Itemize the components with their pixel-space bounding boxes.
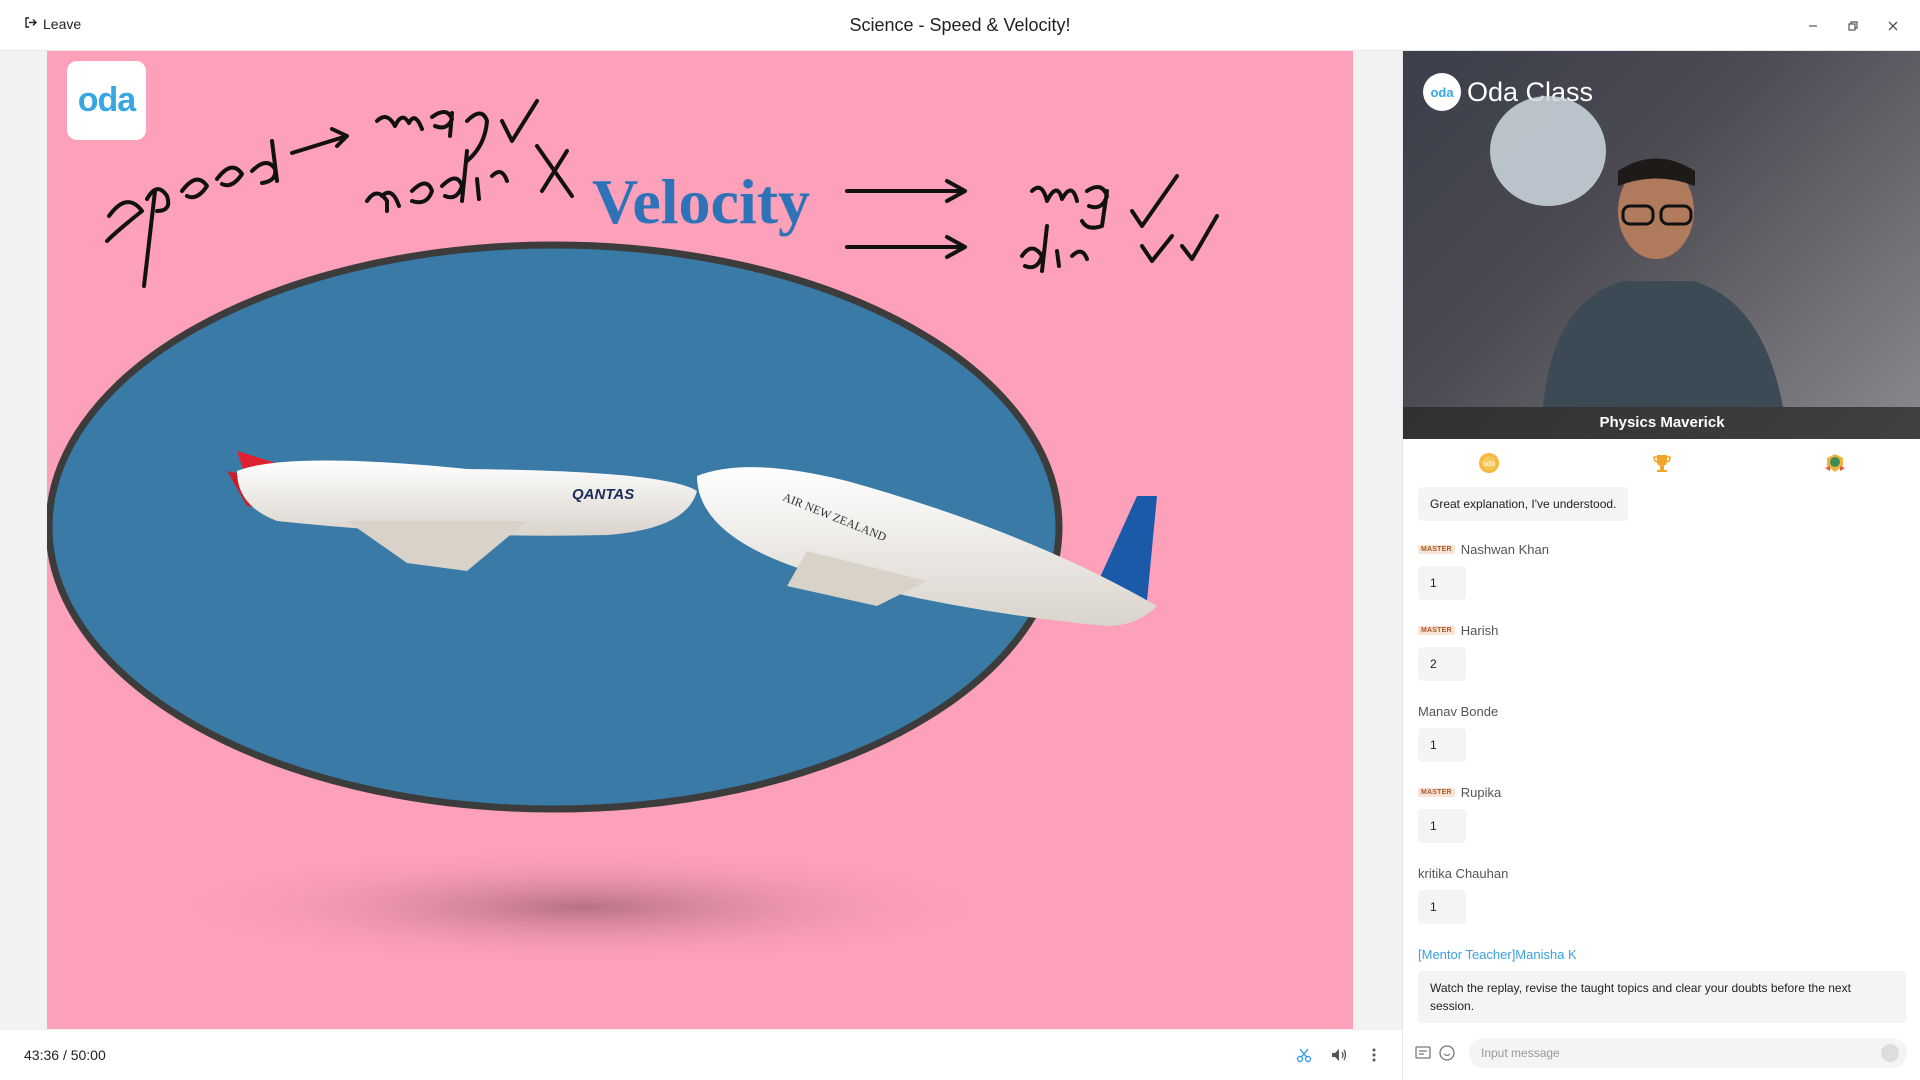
badge-icon[interactable] bbox=[1815, 443, 1855, 483]
master-badge: MASTER bbox=[1418, 626, 1455, 635]
chat-input-bar: Input message bbox=[1403, 1027, 1920, 1080]
restore-icon[interactable] bbox=[1843, 16, 1863, 36]
chat-message: [Mentor Teacher]Manisha K Watch the repl… bbox=[1418, 947, 1908, 1023]
chat-bubble: Watch the replay, revise the taught topi… bbox=[1418, 971, 1906, 1023]
time-separator: / bbox=[62, 1047, 67, 1063]
current-time: 43:36 bbox=[24, 1047, 60, 1063]
playback-time: 43:36 / 50:00 bbox=[24, 1047, 106, 1063]
playback-bar: 43:36 / 50:00 bbox=[0, 1029, 1402, 1080]
oval-shadow bbox=[162, 847, 1002, 967]
chat-bubble: 1 bbox=[1418, 566, 1466, 600]
total-time: 50:00 bbox=[70, 1047, 106, 1063]
master-badge: MASTER bbox=[1418, 545, 1455, 554]
chat-sender: kritika Chauhan bbox=[1418, 866, 1509, 881]
qantas-label: QANTAS bbox=[572, 486, 634, 503]
chat-sender: Rupika bbox=[1460, 785, 1502, 800]
message-input[interactable]: Input message bbox=[1469, 1038, 1907, 1068]
chat-message: MASTER Rupika 1 bbox=[1418, 785, 1501, 843]
chat-message: MASTER Nashwan Khan 1 bbox=[1418, 542, 1549, 600]
teacher-name: Physics Maverick bbox=[1403, 407, 1920, 439]
slide-heading: Velocity bbox=[592, 166, 811, 237]
chat-message: Great explanation, I've understood. bbox=[1418, 487, 1629, 521]
presentation-stage: oda QANTAS AIR NEW ZEALAND Velocity bbox=[0, 51, 1402, 1029]
svg-text:oda: oda bbox=[1483, 461, 1495, 468]
volume-icon[interactable] bbox=[1328, 1044, 1350, 1066]
mentor-sender: [Mentor Teacher]Manisha K bbox=[1418, 947, 1577, 962]
message-placeholder: Input message bbox=[1481, 1046, 1560, 1060]
chat-bubble: 2 bbox=[1418, 647, 1466, 681]
chat-message: MASTER Harish 2 bbox=[1418, 623, 1498, 681]
slide: oda QANTAS AIR NEW ZEALAND Velocity bbox=[47, 51, 1353, 1029]
top-bar: Leave Science - Speed & Velocity! bbox=[0, 0, 1920, 51]
chat-bubble: Great explanation, I've understood. bbox=[1418, 487, 1629, 521]
close-icon[interactable] bbox=[1883, 16, 1903, 36]
scissors-icon[interactable] bbox=[1293, 1044, 1315, 1066]
chat-bubble: 1 bbox=[1418, 809, 1466, 843]
chat-message: kritika Chauhan 1 bbox=[1418, 866, 1508, 924]
coin-icon[interactable]: oda bbox=[1469, 443, 1509, 483]
chat-bubble: 1 bbox=[1418, 728, 1466, 762]
window-title: Science - Speed & Velocity! bbox=[849, 15, 1071, 35]
chat-message: Manav Bonde 1 bbox=[1418, 704, 1498, 762]
teacher-figure bbox=[1490, 96, 1783, 407]
master-badge: MASTER bbox=[1418, 788, 1455, 797]
send-icon[interactable] bbox=[1881, 1044, 1899, 1062]
panel-tabs: oda bbox=[1403, 439, 1920, 487]
more-options-icon[interactable] bbox=[1363, 1044, 1385, 1066]
chat-list: Great explanation, I've understood. MAST… bbox=[1403, 487, 1920, 1027]
chat-sender: Nashwan Khan bbox=[1460, 542, 1549, 557]
side-panel: oda Oda Class Physics Maverick oda Great… bbox=[1402, 51, 1920, 1080]
teacher-video: oda Oda Class Physics Maverick bbox=[1403, 51, 1920, 439]
whiteboard-icon[interactable] bbox=[1414, 1044, 1432, 1062]
emoji-icon[interactable] bbox=[1438, 1044, 1456, 1062]
chat-sender: Harish bbox=[1460, 623, 1499, 638]
chat-sender: Manav Bonde bbox=[1418, 704, 1499, 719]
minimize-icon[interactable] bbox=[1803, 16, 1823, 36]
trophy-icon[interactable] bbox=[1642, 443, 1682, 483]
chat-bubble: 1 bbox=[1418, 890, 1466, 924]
